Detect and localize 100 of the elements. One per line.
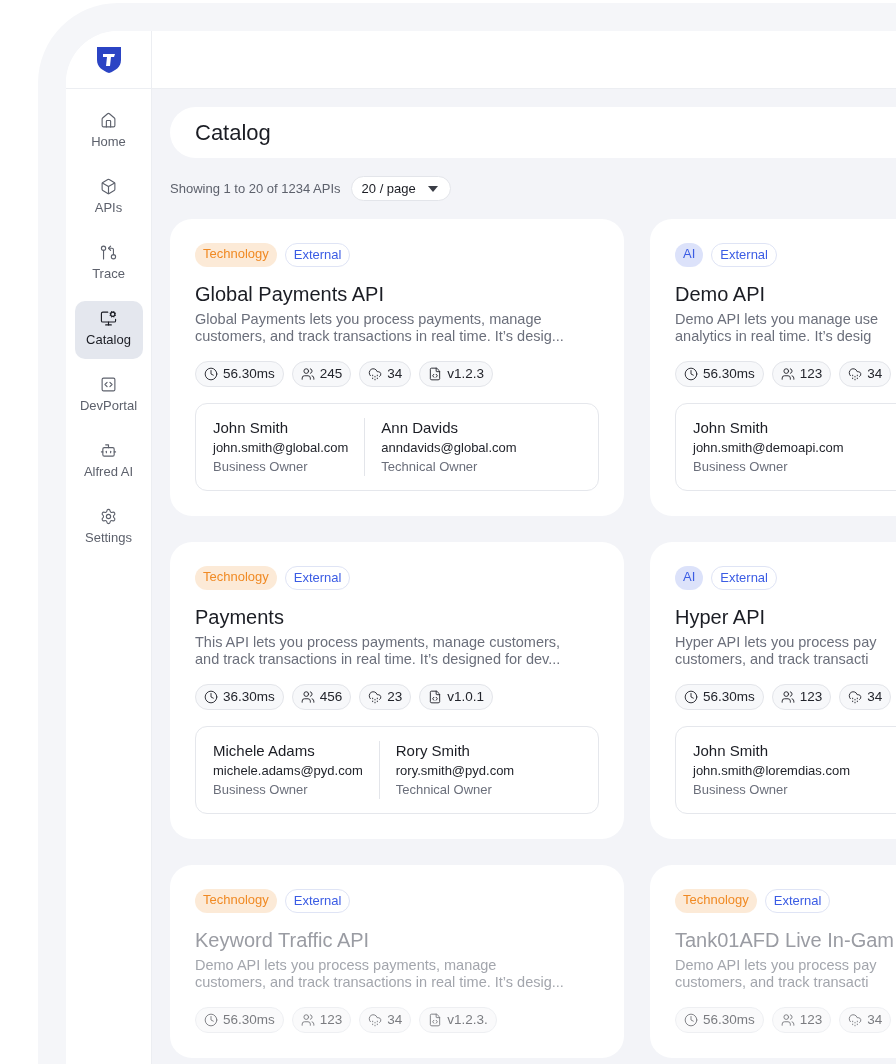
users-icon	[780, 690, 795, 704]
clock-icon	[204, 367, 218, 381]
users-icon	[780, 1013, 795, 1027]
users-icon	[300, 690, 315, 704]
api-card[interactable]: Technology External Tank01AFD Live In-Gam Demo API lets you process pay customers, and track transacti 56.30ms 123 34	[650, 865, 896, 1058]
stat-chip: v1.2.3	[419, 361, 494, 387]
api-card[interactable]	[170, 542, 624, 839]
results-summary: Showing 1 to 20 of 1234 APIs	[170, 179, 341, 198]
api-description: Global Payments lets you process payments, manage customers, and track transactions in real time. It’s desig...	[195, 311, 565, 345]
owner-role: Business Owner	[693, 781, 789, 799]
nav-item[interactable]: APIs	[74, 169, 143, 227]
monitor-gear-icon	[100, 310, 117, 328]
page-title: Catalog	[195, 119, 271, 147]
owner-name: Michele Adams	[213, 741, 316, 761]
nav-item[interactable]: Settings	[74, 499, 143, 557]
stat-chip: 23	[359, 684, 412, 710]
tag: Technology	[195, 889, 277, 913]
tag: External	[764, 889, 831, 913]
nav-item[interactable]: Catalog	[74, 301, 143, 359]
stat-chip: 34	[839, 684, 892, 710]
code-icon	[100, 376, 117, 394]
api-title: Payments	[195, 605, 285, 630]
owner-name: John Smith	[693, 418, 770, 438]
api-card[interactable]	[170, 219, 624, 516]
nav-item[interactable]: Trace	[74, 235, 143, 293]
cloud-icon	[848, 690, 863, 704]
api-description: Hyper API lets you process pay customers, and track transacti	[675, 634, 878, 668]
api-title: Global Payments API	[195, 282, 385, 307]
clock-icon	[684, 690, 698, 704]
file-code-icon	[428, 1013, 443, 1027]
clock-icon	[684, 1013, 698, 1027]
tag: External	[284, 566, 351, 590]
page-size-select[interactable]: 20 / page	[350, 176, 451, 201]
settings-icon	[100, 508, 117, 526]
box-icon	[100, 178, 117, 196]
owner-role: Business Owner	[693, 458, 789, 476]
stat-chip: 56.30ms	[675, 361, 764, 387]
owner-name: John Smith	[693, 741, 770, 761]
stat-chip: 36.30ms	[195, 684, 284, 710]
stat-chip: v1.0.1	[419, 684, 494, 710]
tag: Technology	[675, 889, 757, 913]
tag: External	[711, 243, 777, 267]
cloud-icon	[368, 1013, 383, 1027]
robot-icon	[100, 442, 117, 460]
api-description: Demo API lets you process pay customers, and track transacti	[675, 957, 878, 991]
stat-chip: v1.2.3.	[419, 1007, 497, 1033]
stat-chip: 56.30ms	[195, 361, 284, 387]
api-description: Demo API lets you process payments, manage customers, and track transactions in real time. It’s desig...	[195, 957, 565, 991]
tag: External	[711, 566, 777, 590]
owner-role: Technical Owner	[395, 781, 493, 799]
owner-name: Ann Davids	[381, 418, 460, 438]
owner-role: Business Owner	[213, 781, 309, 799]
clock-icon	[684, 367, 698, 381]
owner-name: Rory Smith	[395, 741, 471, 761]
nav-item[interactable]: Home	[74, 103, 143, 161]
stat-chip: 34	[839, 361, 892, 387]
stat-chip: 123	[771, 684, 832, 710]
stat-chip: 123	[771, 1007, 832, 1033]
owner-email: rory.smith@pyd.com	[395, 762, 515, 780]
users-icon	[300, 367, 315, 381]
cloud-icon	[368, 367, 383, 381]
users-icon	[300, 1013, 315, 1027]
api-description: Demo API lets you manage use analytics in real time. It’s desig	[675, 311, 880, 345]
stat-chip: 34	[359, 1007, 412, 1033]
file-code-icon	[428, 690, 443, 704]
users-icon	[780, 367, 795, 381]
nav-item[interactable]: Alfred AI	[74, 433, 143, 491]
clock-icon	[204, 1013, 218, 1027]
api-card[interactable]: AI External Hyper API Hyper API lets you process pay customers, and track transacti 56.30ms 123 34 John Smith john.smith@loremdias.com Business Owner	[650, 542, 896, 839]
stat-chip: 123	[771, 361, 832, 387]
cloud-icon	[368, 690, 383, 704]
tag: AI	[675, 566, 704, 590]
tag: AI	[675, 243, 704, 267]
owner-email: john.smith@demoapi.com	[693, 439, 844, 457]
api-description: This API lets you process payments, manage customers, and track transactions in real time. It’s designed for dev...	[195, 634, 562, 668]
owner-role: Business Owner	[213, 458, 309, 476]
stat-chip: 245	[291, 361, 352, 387]
stat-chip: 123	[291, 1007, 352, 1033]
caret-icon	[427, 185, 438, 192]
owner-email: michele.adams@pyd.com	[213, 762, 363, 780]
stat-chip: 34	[839, 1007, 892, 1033]
owner-email: john.smith@loremdias.com	[693, 762, 850, 780]
api-card[interactable]: AI External Demo API Demo API lets you manage use analytics in real time. It’s desig 56.30ms 123 34 John Smith john.smith@demoapi.com Business Owner	[650, 219, 896, 516]
owner-name: John Smith	[213, 418, 290, 438]
tag: External	[284, 889, 351, 913]
api-title: Tank01AFD Live In-Gam	[675, 928, 895, 953]
nav-item[interactable]: DevPortal	[74, 367, 143, 425]
api-title: Hyper API	[675, 605, 767, 630]
api-card[interactable]: Technology External Keyword Traffic API Demo API lets you process payments, manage customers, and track transactions in real time. It’s desig... 56.30ms 123 34 v1.2.3.	[170, 865, 624, 1058]
tag: Technology	[195, 243, 277, 267]
stat-chip: 56.30ms	[195, 1007, 284, 1033]
api-title: Keyword Traffic API	[195, 928, 371, 953]
branch-icon	[100, 244, 117, 262]
tag: External	[284, 243, 351, 267]
stat-chip: 34	[359, 361, 412, 387]
owner-role: Technical Owner	[381, 458, 479, 476]
shield-logo	[95, 45, 122, 74]
home-icon	[100, 112, 117, 130]
cloud-icon	[848, 1013, 863, 1027]
api-title: Demo API	[675, 282, 767, 307]
